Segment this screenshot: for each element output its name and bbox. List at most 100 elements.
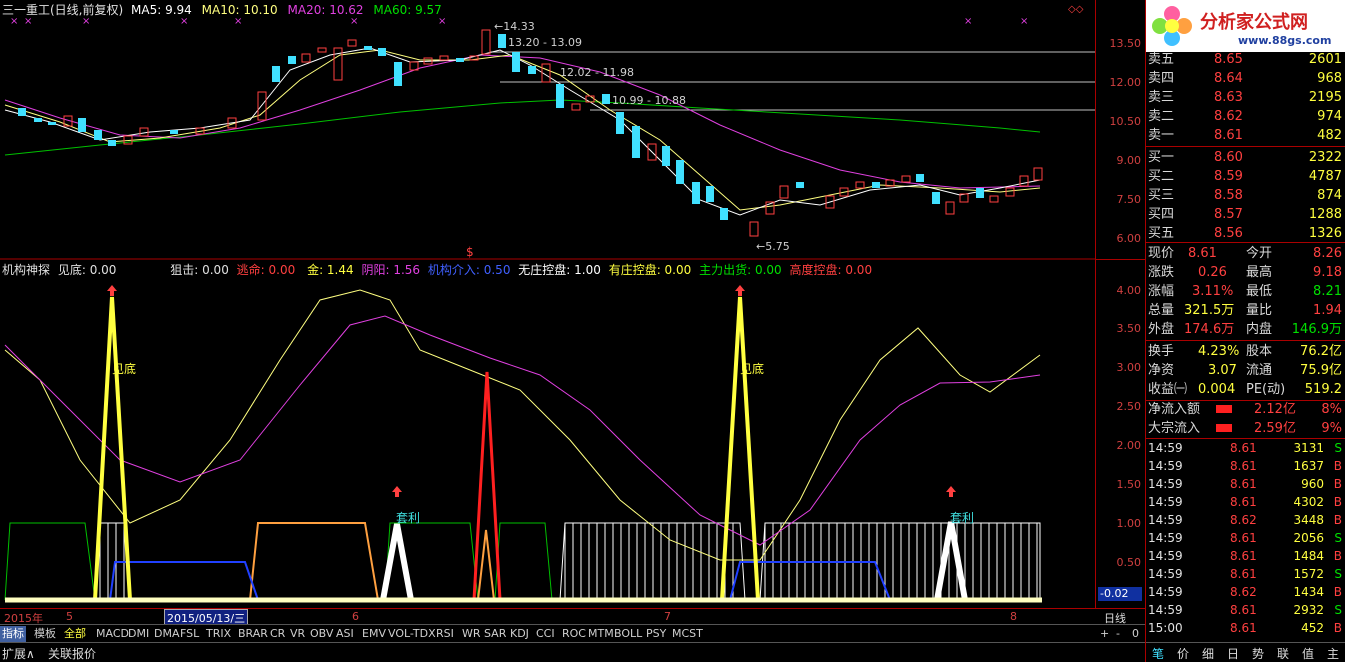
tick-volume: 3131 — [1293, 441, 1324, 455]
tick-price: 8.61 — [1230, 621, 1257, 635]
date-axis: 2015年 5 2015/05/13/三 6 7 8 日线 — [0, 608, 1145, 627]
tab-cr[interactable]: CR — [268, 626, 287, 642]
tab-boll[interactable]: BOLL — [612, 626, 644, 642]
tab-mcst[interactable]: MCST — [670, 626, 705, 642]
current-indicator-value: -0.02 — [1098, 587, 1142, 601]
order-book-row[interactable]: 买三 8.58 874 — [1146, 186, 1345, 205]
tick-time: 14:59 — [1148, 513, 1183, 527]
zoom-out-button[interactable]: - — [1114, 626, 1122, 642]
gaodu-value: 高度控盘: 0.00 — [789, 263, 873, 277]
tick-price: 8.61 — [1230, 549, 1257, 563]
quote-tab[interactable]: 笔 — [1152, 645, 1164, 662]
tick-side: B — [1333, 549, 1342, 563]
quote-tab[interactable]: 细 — [1202, 645, 1214, 662]
tick-row: 14:59 8.62 1434 B — [1146, 583, 1345, 601]
tab-vr[interactable]: VR — [288, 626, 307, 642]
order-volume: 874 — [1317, 188, 1342, 203]
jigou-value: 机构介入: 0.50 — [427, 263, 511, 277]
tick-side: B — [1333, 621, 1342, 635]
tab-trix[interactable]: TRIX — [204, 626, 233, 642]
svg-text:×: × — [10, 16, 18, 27]
order-volume: 4787 — [1308, 169, 1342, 184]
zoom-in-button[interactable]: + — [1098, 626, 1111, 642]
tick-row: 14:59 8.61 1637 B — [1146, 457, 1345, 475]
stats-row: 涨幅 3.11% 最低 8.21 — [1148, 284, 1342, 299]
tab-fsl[interactable]: FSL — [178, 626, 201, 642]
annotation-low: ←5.75 — [756, 240, 790, 253]
tab-dmi[interactable]: DMI — [126, 626, 151, 642]
order-volume: 968 — [1317, 71, 1342, 86]
quote-tab[interactable]: 日 — [1227, 645, 1239, 662]
tick-price: 8.61 — [1230, 441, 1257, 455]
tick-price: 8.61 — [1230, 459, 1257, 473]
tick-volume: 2056 — [1293, 531, 1324, 545]
order-book-row[interactable]: 卖三 8.63 2195 — [1146, 88, 1345, 107]
tab-wr[interactable]: WR — [460, 626, 483, 642]
quote-tab[interactable]: 值 — [1302, 645, 1314, 662]
order-book-row[interactable]: 买一 8.60 2322 — [1146, 148, 1345, 167]
indicator-tick: 1.00 — [1116, 517, 1142, 530]
tab-emv[interactable]: EMV — [360, 626, 388, 642]
quote-tab[interactable]: 主 — [1327, 645, 1339, 662]
order-book-row[interactable]: 卖四 8.64 968 — [1146, 69, 1345, 88]
red-spike — [472, 371, 502, 601]
quote-tab[interactable]: 势 — [1252, 645, 1264, 662]
taoli-label-2: 套利 — [950, 511, 975, 525]
stats-row: 现价 8.61 今开 8.26 — [1148, 246, 1342, 261]
order-book-row[interactable]: 卖二 8.62 974 — [1146, 107, 1345, 126]
order-book-row[interactable]: 买五 8.56 1326 — [1146, 224, 1345, 243]
tab-psy[interactable]: PSY — [644, 626, 668, 642]
price-tick: 9.00 — [1116, 154, 1142, 167]
tick-time: 14:59 — [1148, 459, 1183, 473]
tab-roc[interactable]: ROC — [560, 626, 588, 642]
order-book-row[interactable]: 卖五 8.65 2601 — [1146, 50, 1345, 69]
quote-tab[interactable]: 联 — [1277, 645, 1289, 662]
svg-text:×: × — [438, 16, 446, 27]
stats-row: 收益㈠ 0.004 PE(动) 519.2 — [1148, 382, 1342, 397]
flow-row: 净流入额 2.12亿 8% — [1148, 402, 1342, 417]
up-arrows — [107, 285, 956, 497]
order-volume: 1326 — [1308, 226, 1342, 241]
jiandi-spike-2 — [720, 296, 760, 601]
tick-volume: 2932 — [1293, 603, 1324, 617]
tab-sar[interactable]: SAR — [482, 626, 508, 642]
tab-rsi[interactable]: RSI — [434, 626, 456, 642]
tab-kdj[interactable]: KDJ — [508, 626, 531, 642]
zhuli-value: 主力出货: 0.00 — [699, 263, 782, 277]
main-chart[interactable]: $ × × × × × × × × × ◇◇ — [0, 0, 1095, 608]
flow-row: 大宗流入 2.59亿 9% — [1148, 421, 1342, 436]
ma20-label: MA20: 10.62 — [287, 3, 364, 17]
quote-panel: 分析家公式网 www.88gs.com 卖五 8.65 2601 卖四 8.64 968 卖… — [1145, 0, 1345, 662]
tab-cci[interactable]: CCI — [534, 626, 557, 642]
zoom-reset-button[interactable]: 0 — [1130, 626, 1141, 642]
logo-text: 分析家公式网 — [1200, 12, 1308, 33]
tab-indicator[interactable]: 指标 — [0, 626, 26, 642]
chart-title: 三一重工(日线,前复权) — [2, 3, 124, 17]
tab-vol-tdx[interactable]: VOL-TDX — [386, 626, 438, 642]
candlesticks[interactable] — [18, 29, 1043, 237]
tick-row: 14:59 8.61 3131 S — [1146, 439, 1345, 457]
tick-volume: 1434 — [1293, 585, 1324, 599]
order-book-row[interactable]: 买四 8.57 1288 — [1146, 205, 1345, 224]
tick-row: 14:59 8.62 3448 B — [1146, 511, 1345, 529]
linked-quote-button[interactable]: 关联报价 — [48, 645, 96, 662]
order-book-row[interactable]: 卖一 8.61 482 — [1146, 126, 1345, 145]
order-volume: 974 — [1317, 109, 1342, 124]
order-book-row[interactable]: 买二 8.59 4787 — [1146, 167, 1345, 186]
tab-obv[interactable]: OBV — [308, 626, 335, 642]
flower-logo-icon — [1152, 6, 1192, 46]
diamond-marker: ◇◇ — [1068, 4, 1084, 15]
quote-tab[interactable]: 价 — [1177, 645, 1189, 662]
order-price: 8.62 — [1214, 109, 1243, 124]
tick-volume: 1484 — [1293, 549, 1324, 563]
expand-button[interactable]: 扩展∧ — [2, 645, 35, 662]
tab-brar[interactable]: BRAR — [236, 626, 270, 642]
tab-template[interactable]: 模板 — [32, 626, 58, 642]
tick-price: 8.62 — [1230, 585, 1257, 599]
tick-side: B — [1333, 513, 1342, 527]
yinyang-value: 阴阳: 1.56 — [361, 263, 421, 277]
tab-all[interactable]: 全部 — [62, 626, 88, 642]
tab-asi[interactable]: ASI — [334, 626, 356, 642]
order-label: 买三 — [1148, 188, 1175, 203]
indicator-tick: 0.50 — [1116, 556, 1142, 569]
